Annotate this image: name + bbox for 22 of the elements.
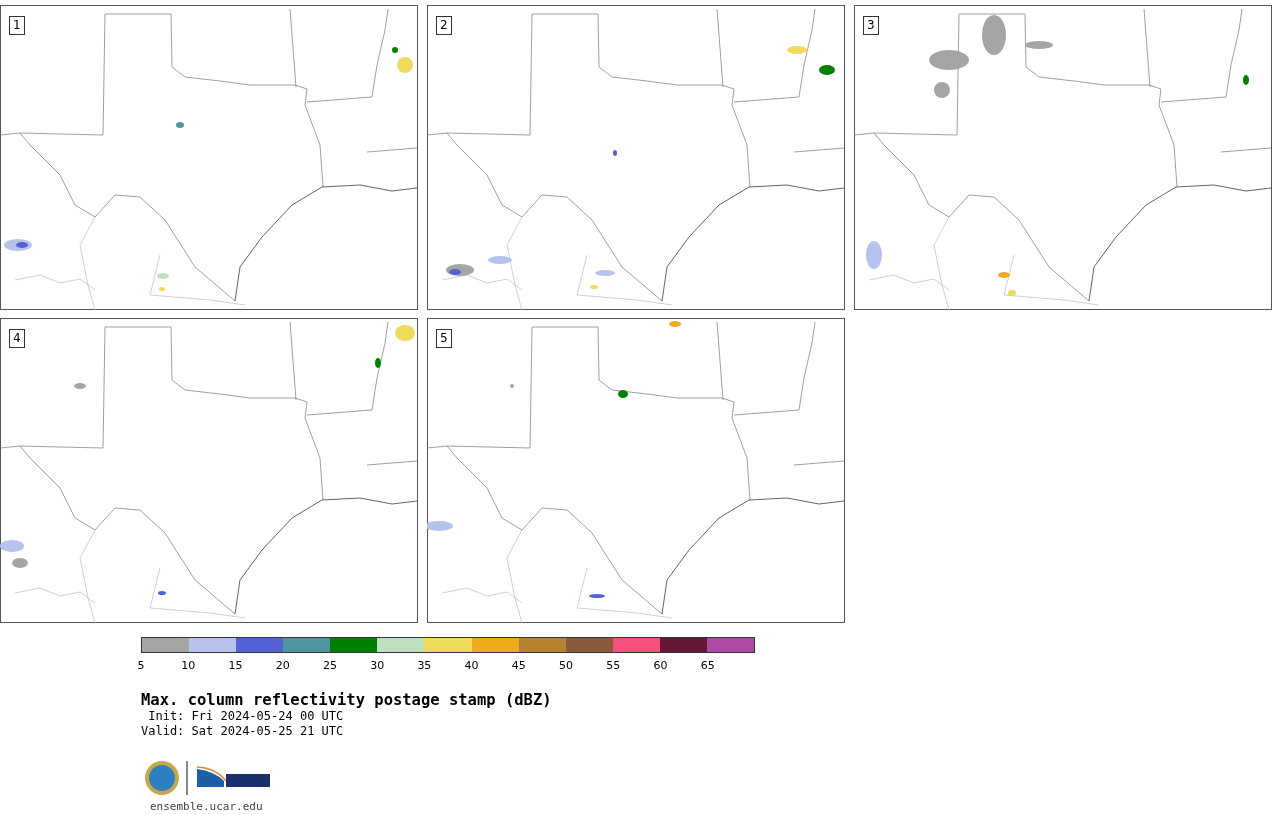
panel-number: 1: [9, 16, 25, 35]
tick-label: 10: [181, 659, 196, 672]
init-time: Init: Fri 2024-05-24 00 UTC: [147, 709, 345, 724]
tick-label: 5: [137, 659, 145, 672]
panel-number: 2: [436, 16, 452, 35]
panel-number: 5: [436, 329, 452, 348]
tick-label: 50: [559, 659, 574, 672]
tick-label: 25: [322, 659, 337, 672]
website-url: ensemble.ucar.edu: [150, 800, 264, 813]
panel-number: 4: [9, 329, 25, 348]
tick-label: 65: [700, 659, 715, 672]
tick-label: 15: [228, 659, 243, 672]
tick-label: 40: [464, 659, 479, 672]
panel-number: 3: [863, 16, 879, 35]
tick-label: 55: [606, 659, 621, 672]
tick-label: 20: [275, 659, 290, 672]
tick-label: 30: [370, 659, 385, 672]
chart-title: Max. column reflectivity postage stamp (dBZ): [141, 691, 553, 709]
tick-label: 45: [511, 659, 526, 672]
valid-time: Valid: Sat 2024-05-25 21 UTC: [141, 724, 345, 739]
tick-label: 60: [653, 659, 668, 672]
tick-label: 35: [417, 659, 432, 672]
